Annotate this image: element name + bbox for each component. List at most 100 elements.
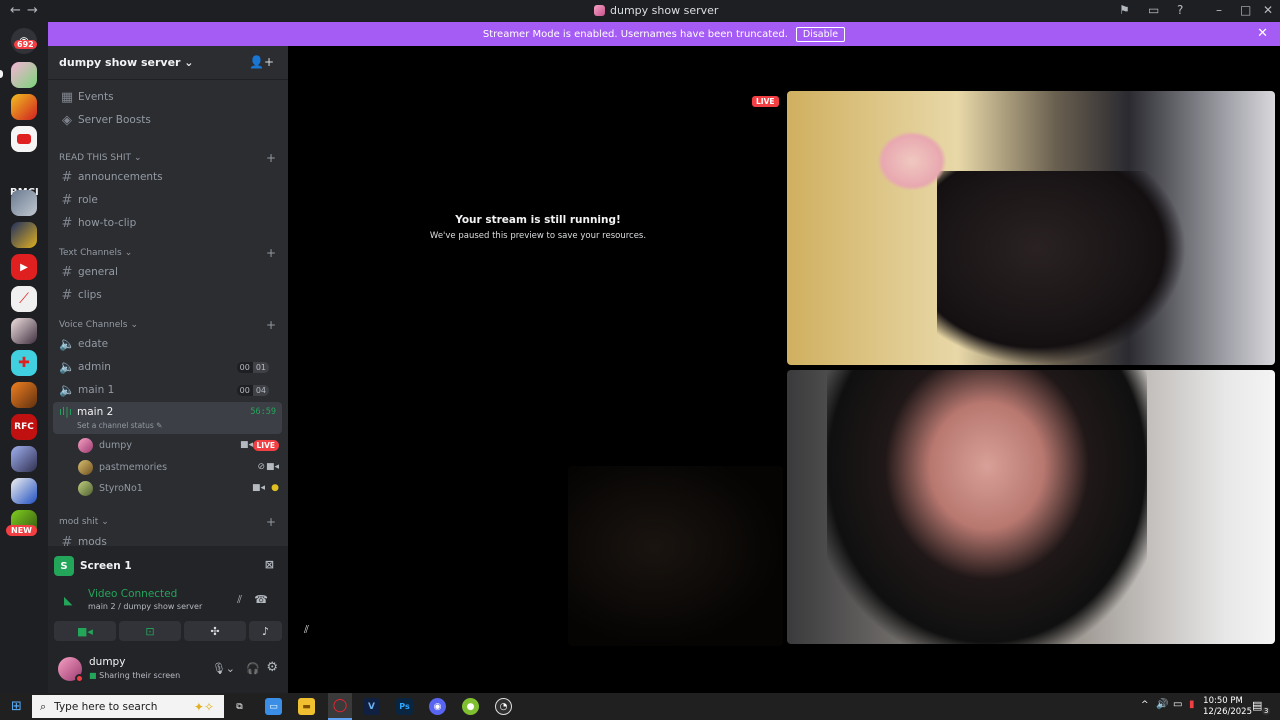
- category-read-this[interactable]: READ THIS SHIT ⌄: [59, 153, 142, 163]
- live-badge: LIVE: [752, 96, 779, 107]
- camera-button[interactable]: ■◂: [54, 621, 116, 641]
- server-icon-rfc[interactable]: [11, 94, 37, 120]
- server-icon-lifebuoy[interactable]: ✚: [11, 350, 37, 376]
- server-header[interactable]: dumpy show server ⌄ 👤+: [48, 46, 288, 80]
- stream-preview-dim[interactable]: [568, 466, 783, 646]
- server-icon-youtube[interactable]: [11, 126, 37, 152]
- create-channel-icon[interactable]: +: [266, 318, 276, 332]
- voice-channel-main-2[interactable]: ıl|ı main 2 56:59 Set a channel status ✎: [53, 402, 282, 434]
- windows-start-icon[interactable]: ⊞: [8, 698, 25, 715]
- activities-button[interactable]: ✣: [184, 621, 246, 641]
- tray-chevron-icon[interactable]: ^: [1141, 700, 1149, 710]
- server-icon-1[interactable]: [11, 62, 37, 88]
- channel-status-hint[interactable]: Set a channel status ✎: [77, 421, 162, 430]
- invite-people-icon[interactable]: 👤+: [249, 55, 274, 69]
- create-channel-icon[interactable]: +: [266, 515, 276, 529]
- screen-share-title: Screen 1: [80, 560, 132, 572]
- notification-count: 3: [1262, 707, 1271, 715]
- active-channel-name: main 2: [77, 406, 114, 418]
- username[interactable]: dumpy: [89, 656, 125, 668]
- vegas-icon[interactable]: V: [363, 698, 380, 715]
- member-pastmemories[interactable]: pastmemories ⊘ ■◂: [78, 457, 283, 477]
- server-icon-badge[interactable]: [11, 222, 37, 248]
- activity-emoji-icon: ●: [271, 483, 279, 493]
- hash-icon: #: [61, 192, 73, 208]
- mentions-badge: 692: [14, 40, 37, 49]
- close-window-icon[interactable]: ✕: [1263, 3, 1273, 17]
- screen-share-header[interactable]: S Screen 1 ⊠: [54, 550, 282, 582]
- photoshop-icon[interactable]: Ps: [396, 698, 413, 715]
- signal-icon[interactable]: ◣: [64, 594, 72, 607]
- speaker-icon: 🔈: [59, 336, 76, 352]
- voice-status[interactable]: Video Connected: [88, 588, 177, 600]
- forward-arrow-icon[interactable]: →: [27, 3, 38, 18]
- microphone-icon[interactable]: 🎙⌄: [212, 662, 235, 675]
- maximize-icon[interactable]: □: [1240, 3, 1251, 17]
- taskbar-clock[interactable]: 10:50 PM 12/26/2025: [1203, 696, 1252, 718]
- voice-channel-main-1[interactable]: 🔈 main 1 00 04: [59, 380, 279, 400]
- server-icon-play[interactable]: ▶: [11, 254, 37, 280]
- banner-close-icon[interactable]: ✕: [1257, 26, 1268, 41]
- network-icon[interactable]: ▭: [1173, 699, 1182, 710]
- server-icon-person[interactable]: [11, 446, 37, 472]
- create-channel-icon[interactable]: +: [266, 151, 276, 165]
- noise-suppression-icon[interactable]: ⫽: [237, 593, 242, 607]
- avatar: [78, 459, 93, 475]
- video-tile-2[interactable]: [787, 370, 1275, 644]
- stream-activity-icon: ıl|ı: [59, 405, 72, 418]
- headphones-icon[interactable]: 🎧: [246, 662, 260, 675]
- share-screen-button[interactable]: ⊡: [119, 621, 181, 641]
- back-arrow-icon[interactable]: ←: [10, 3, 21, 18]
- server-icon-racoon[interactable]: [11, 190, 37, 216]
- server-icon-character[interactable]: [11, 382, 37, 408]
- server-icon-chart[interactable]: ⟋: [11, 286, 37, 312]
- channel-announcements[interactable]: # announcements: [59, 167, 279, 187]
- inbox-icon[interactable]: ▭: [1148, 3, 1159, 17]
- server-icon-shoe[interactable]: [11, 478, 37, 504]
- events-item[interactable]: ▦ Events: [59, 87, 279, 107]
- category-mod[interactable]: mod shit ⌄: [59, 517, 109, 527]
- settings-gear-icon[interactable]: ⚙: [266, 660, 278, 675]
- soundboard-button[interactable]: ♪: [249, 621, 282, 641]
- video-tile-1[interactable]: [787, 91, 1275, 365]
- minimize-icon[interactable]: –: [1216, 3, 1222, 17]
- disable-streamer-mode-button[interactable]: Disable: [795, 26, 846, 42]
- member-dumpy[interactable]: dumpy ■◂ LIVE: [78, 435, 283, 455]
- disconnect-icon[interactable]: ☎: [254, 593, 268, 606]
- voice-channel-edate[interactable]: 🔈 edate: [59, 334, 279, 354]
- camera-icon: ■◂: [265, 462, 279, 472]
- task-view-icon[interactable]: ⧉: [231, 698, 248, 715]
- channel-role[interactable]: # role: [59, 190, 279, 210]
- help-icon[interactable]: ?: [1177, 3, 1183, 17]
- app-icon-green[interactable]: ●: [462, 698, 479, 715]
- battery-icon[interactable]: ▮: [1189, 699, 1195, 710]
- discord-taskbar-icon[interactable]: ◉: [429, 698, 446, 715]
- flag-icon[interactable]: ⚑: [1119, 3, 1130, 17]
- member-styrono1[interactable]: StyroNo1 ■◂ ●: [78, 478, 283, 498]
- soundboard-icon: ♪: [261, 624, 270, 638]
- taskbar-search[interactable]: ⌕ Type here to search ✦✧: [32, 695, 224, 718]
- voice-location[interactable]: main 2 / dumpy show server: [88, 602, 202, 611]
- category-voice-channels[interactable]: Voice Channels ⌄: [59, 320, 138, 330]
- obs-icon[interactable]: ◔: [495, 698, 512, 715]
- member-name: StyroNo1: [99, 482, 143, 494]
- category-text-channels[interactable]: Text Channels ⌄: [59, 248, 132, 258]
- account-panel: dumpy ■ Sharing their screen 🎙⌄ 🎧 ⚙: [54, 654, 282, 686]
- channel-how-to-clip[interactable]: # how-to-clip: [59, 213, 279, 233]
- stop-stream-icon[interactable]: ⊠: [265, 558, 274, 571]
- voice-channel-admin[interactable]: 🔈 admin 00 01: [59, 357, 279, 377]
- app-icon-desktop[interactable]: ▭: [265, 698, 282, 715]
- mute-stream-icon[interactable]: ⫽: [304, 623, 309, 637]
- channel-clips[interactable]: # clips: [59, 285, 279, 305]
- opera-icon[interactable]: ◯: [328, 693, 352, 720]
- server-boosts-item[interactable]: ◈ Server Boosts: [59, 110, 279, 130]
- file-explorer-icon[interactable]: ▬: [298, 698, 315, 715]
- create-channel-icon[interactable]: +: [266, 246, 276, 260]
- server-icon-rfc-red[interactable]: RFC: [11, 414, 37, 440]
- channel-general[interactable]: # general: [59, 262, 279, 282]
- volume-icon[interactable]: 🔊: [1156, 699, 1168, 710]
- server-icon-anime[interactable]: [11, 318, 37, 344]
- member-name: dumpy: [99, 439, 132, 451]
- notification-icon[interactable]: ▤: [1252, 699, 1262, 712]
- banner-message: Streamer Mode is enabled. Usernames have…: [482, 28, 788, 40]
